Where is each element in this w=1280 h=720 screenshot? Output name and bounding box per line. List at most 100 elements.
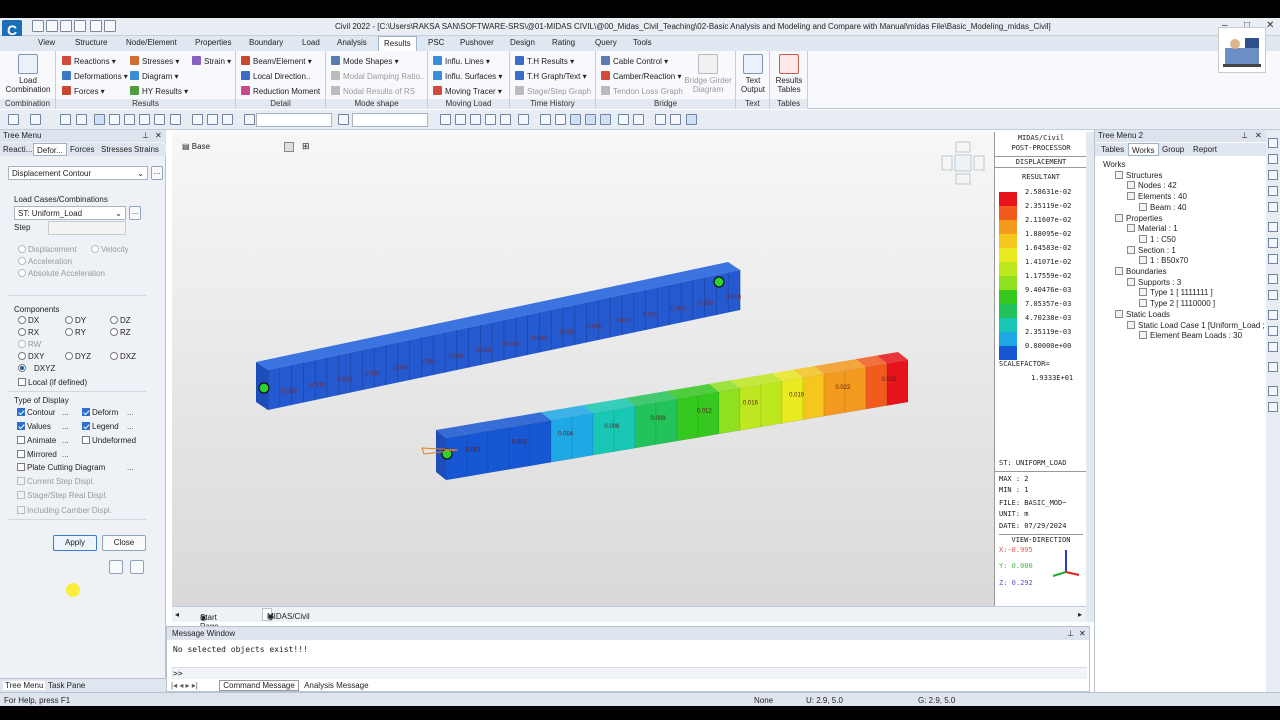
hy-results-button[interactable]: HY Results ▾ [130, 86, 188, 96]
tree-item[interactable]: Section : 1 [1127, 245, 1176, 255]
print-icon[interactable] [90, 20, 102, 32]
mirrored-more-button[interactable]: ... [62, 450, 69, 459]
rw-radio[interactable] [18, 340, 26, 348]
local-if-defined-checkbox[interactable] [18, 378, 26, 386]
menu-tools[interactable]: Tools [633, 38, 652, 47]
menu-load[interactable]: Load [302, 38, 320, 47]
bottom-view-icon[interactable] [485, 114, 496, 125]
deformations-button[interactable]: Deformations ▾ [62, 71, 128, 81]
tree-item[interactable]: 1 : B50x70 [1139, 256, 1188, 265]
select-all-icon[interactable] [170, 114, 181, 125]
tool-icon[interactable] [1268, 290, 1278, 300]
moving-tracer-button[interactable]: Moving Tracer ▾ [433, 86, 502, 96]
hidden-icon[interactable] [540, 114, 551, 125]
node-number-icon[interactable] [618, 114, 629, 125]
menu-design[interactable]: Design [510, 38, 535, 47]
zoom-icon[interactable] [192, 114, 203, 125]
values-checkbox[interactable] [17, 422, 25, 430]
load-case-select[interactable]: ST: Uniform_Load ⌄ [14, 206, 126, 220]
dxz-radio[interactable] [110, 352, 118, 360]
viewport-scrollbar[interactable] [1086, 132, 1094, 622]
tree-item[interactable]: Type 1 [ 1111111 ] [1139, 288, 1213, 297]
dx-radio[interactable] [18, 316, 26, 324]
tree-item[interactable]: Type 2 [ 1110000 ] [1139, 299, 1215, 308]
dy-radio[interactable] [65, 316, 73, 324]
tree-item[interactable]: Supports : 3 [1127, 277, 1181, 287]
select-combo[interactable] [256, 113, 332, 127]
diagram-button[interactable]: Diagram ▾ [130, 71, 178, 81]
command-input[interactable]: >> [171, 667, 1087, 679]
tool-icon[interactable] [1268, 386, 1278, 396]
export-icon[interactable] [130, 560, 144, 574]
tree-item[interactable]: Beam : 40 [1139, 202, 1186, 212]
acceleration-radio[interactable] [18, 257, 26, 265]
menu-psc[interactable]: PSC [428, 38, 444, 47]
tool-icon[interactable] [1268, 342, 1278, 352]
menu-results[interactable]: Results [378, 36, 417, 51]
modal-damping-button[interactable]: Modal Damping Ratio.. [331, 71, 424, 81]
tree-item[interactable]: Static Loads [1115, 309, 1170, 319]
pin-icon[interactable]: ⊥ [142, 131, 149, 140]
tree-item[interactable]: Material : 1 [1127, 224, 1178, 233]
deform-more-button[interactable]: ... [127, 408, 134, 417]
menu-boundary[interactable]: Boundary [249, 38, 283, 47]
animate-more-button[interactable]: ... [62, 436, 69, 445]
tab-strains[interactable]: Strains [134, 145, 159, 154]
tab-midas-civil[interactable]: ◉ MIDAS/Civil [262, 608, 310, 621]
shrink-icon[interactable] [555, 114, 566, 125]
tree-item[interactable]: Works [1103, 160, 1126, 169]
th-results-button[interactable]: T.H Results ▾ [515, 56, 574, 66]
pointer-icon[interactable] [244, 114, 255, 125]
model-viewport[interactable]: ▤ Base ⊞ 0.000 0.000 0.000 0.000 0.000 0.000 0… [172, 132, 994, 606]
results-tables-button[interactable]: Results Tables [772, 54, 806, 94]
perspective-icon[interactable] [570, 114, 581, 125]
menu-view[interactable]: View [38, 38, 55, 47]
left-view-icon[interactable] [500, 114, 511, 125]
current-step-checkbox[interactable] [17, 477, 25, 485]
rz-radio[interactable] [110, 328, 118, 336]
deform-checkbox[interactable] [82, 408, 90, 416]
tree-item[interactable]: Nodes : 42 [1127, 181, 1177, 190]
tab-task-pane[interactable]: Task Pane [48, 681, 85, 690]
display-icon[interactable] [600, 114, 611, 125]
tab-forces[interactable]: Forces [70, 145, 94, 154]
grid-toolbar-icon[interactable] [76, 114, 87, 125]
forces-button[interactable]: Forces ▾ [62, 86, 105, 96]
plane-select-icon[interactable] [154, 114, 165, 125]
dz-radio[interactable] [110, 316, 118, 324]
load-combination-button[interactable]: Load Combination [4, 54, 52, 94]
legend-more-button[interactable]: ... [127, 422, 134, 431]
influ-surfaces-button[interactable]: Influ. Surfaces ▾ [433, 71, 502, 81]
polygon-select-icon[interactable] [124, 114, 135, 125]
tab-group[interactable]: Group [1162, 145, 1184, 154]
save-icon[interactable] [60, 20, 72, 32]
tool-icon[interactable] [1268, 402, 1278, 412]
ry-radio[interactable] [65, 328, 73, 336]
display-type-more-button[interactable]: ... [151, 166, 163, 180]
local-direction-button[interactable]: Local Direction.. [241, 71, 310, 81]
text-output-button[interactable]: Text Output [738, 54, 768, 94]
plate-cutting-more-button[interactable]: ... [127, 463, 134, 472]
beam-element-button[interactable]: Beam/Element ▾ [241, 56, 312, 66]
tool-icon[interactable] [1268, 326, 1278, 336]
tool-icon[interactable] [1268, 186, 1278, 196]
mirrored-checkbox[interactable] [17, 450, 25, 458]
tool-icon[interactable] [1268, 154, 1278, 164]
redo-arrow-icon[interactable] [30, 114, 41, 125]
dxy-radio[interactable] [18, 352, 26, 360]
dyz-radio[interactable] [65, 352, 73, 360]
close-window-icon[interactable]: ✕ [1266, 20, 1274, 31]
tab-tree-menu[interactable]: Tree Menu [3, 681, 46, 690]
render-icon[interactable] [585, 114, 596, 125]
tab-scroll-right-icon[interactable]: ▸ [1078, 610, 1082, 619]
intersect-select-icon[interactable] [139, 114, 150, 125]
undeformed-checkbox[interactable] [82, 436, 90, 444]
cable-control-button[interactable]: Cable Control ▾ [601, 56, 668, 66]
undo-arrow-icon[interactable] [8, 114, 19, 125]
undo-icon[interactable] [104, 20, 116, 32]
animate-checkbox[interactable] [17, 436, 25, 444]
close-button[interactable]: Close [102, 535, 146, 551]
tool-icon[interactable] [1268, 238, 1278, 248]
menu-properties[interactable]: Properties [195, 38, 231, 47]
tool-icon[interactable] [1268, 254, 1278, 264]
